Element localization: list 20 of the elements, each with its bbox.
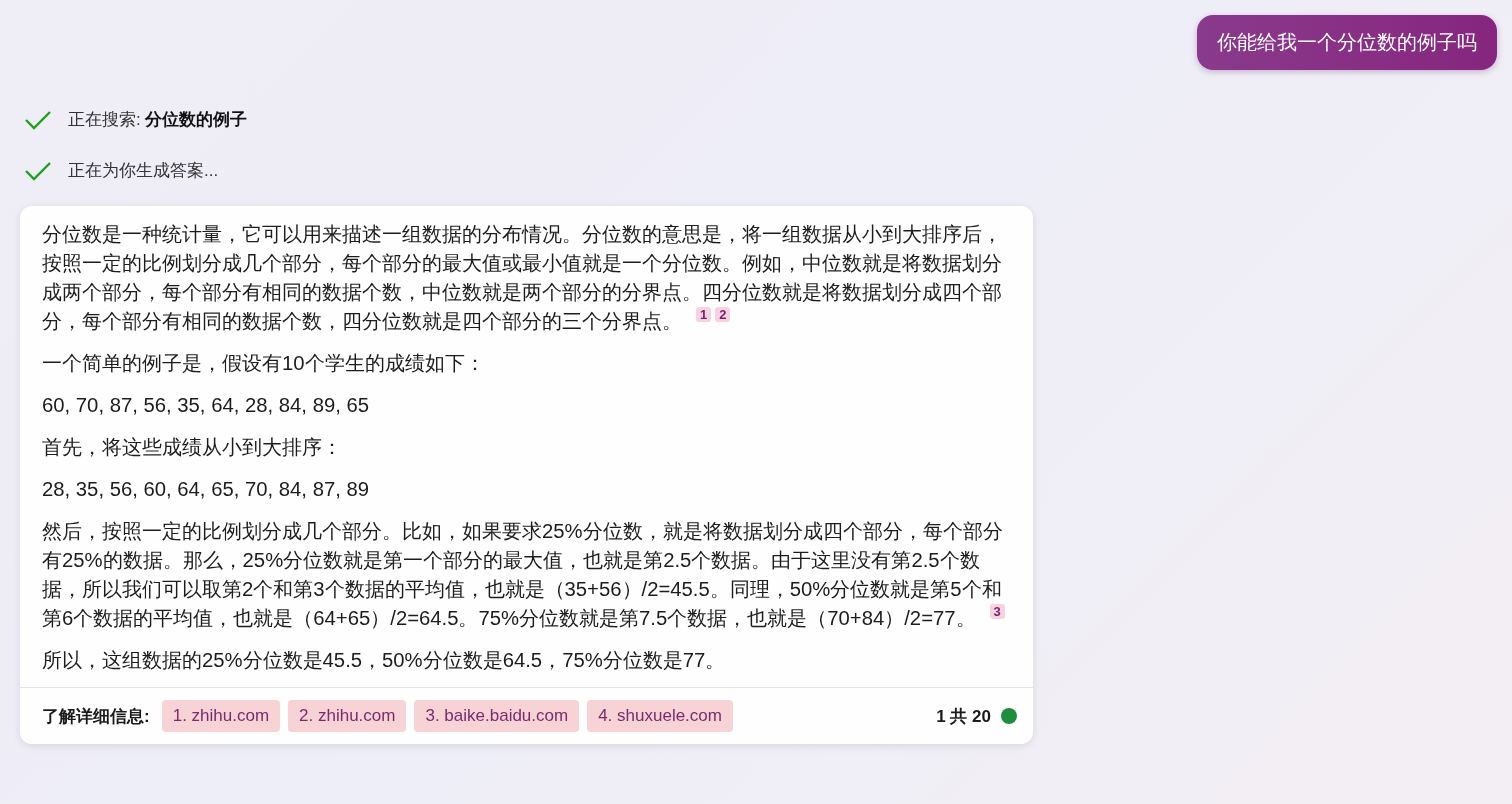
step-text: 正在搜索: 分位数的例子 (68, 109, 248, 131)
answer-paragraph: 分位数是一种统计量，它可以用来描述一组数据的分布情况。分位数的意思是，将一组数据从小到大排序后，按照一定的比例划分成几个部分，每个部分的最大值或最小值就是一个分位数。例如，中位数就是将数据划分成两个部分，每个部分有相同的数据个数，中位数就是两个部分的分界点。四分位数就是将数据划分成四个部分，每个部分有相同的数据个数，四分位数就是四个部分的三个分界点。 1 2 (42, 222, 1003, 334)
response-count: 1 共 20 (936, 705, 991, 728)
step-text: 正在为你生成答案... (68, 160, 219, 182)
citation-link[interactable]: 1 (696, 307, 712, 322)
source-link[interactable]: 4. shuxuele.com (587, 700, 733, 732)
answer-paragraph: 28, 35, 56, 60, 64, 65, 70, 84, 87, 89 (42, 477, 370, 502)
citation-link[interactable]: 2 (715, 307, 731, 322)
citation-link[interactable]: 3 (989, 604, 1005, 619)
status-dot-icon (1001, 708, 1017, 724)
answer-paragraph: 60, 70, 87, 56, 35, 64, 28, 84, 89, 65 (42, 393, 370, 418)
user-message: 你能给我一个分位数的例子吗 (1197, 15, 1497, 70)
learn-more-label: 了解详细信息: (42, 705, 150, 728)
source-link[interactable]: 2. zhihu.com (288, 700, 407, 732)
source-link[interactable]: 1. zhihu.com (161, 700, 281, 732)
answer-paragraph: 首先，将这些成绩从小到大排序： (42, 435, 343, 460)
answer-paragraph: 一个简单的例子是，假设有10个学生的成绩如下： (42, 351, 486, 376)
answer-paragraph: 然后，按照一定的比例划分成几个部分。比如，如果要求25%分位数，就是将数据划分成四个部分，每个部分有25%的数据。那么，25%分位数就是第一个部分的最大值，也就是第2.5个数据。由于这里没有第2.5个数据，所以我们可以取第2个和第3个数据的平均值，也就是（35+56）/2=45.5。同理，50%分位数就是第5个和第6个数据的平均值，也就是（64+65）/2=64.5。75%分位数就是第7.5个数据，也就是（70+84）/2=77。 3 (42, 519, 1006, 631)
answer-paragraph: 所以，这组数据的25%分位数是45.5，50%分位数是64.5，75%分位数是77。 (42, 648, 727, 673)
source-link[interactable]: 3. baike.baidu.com (414, 700, 580, 732)
